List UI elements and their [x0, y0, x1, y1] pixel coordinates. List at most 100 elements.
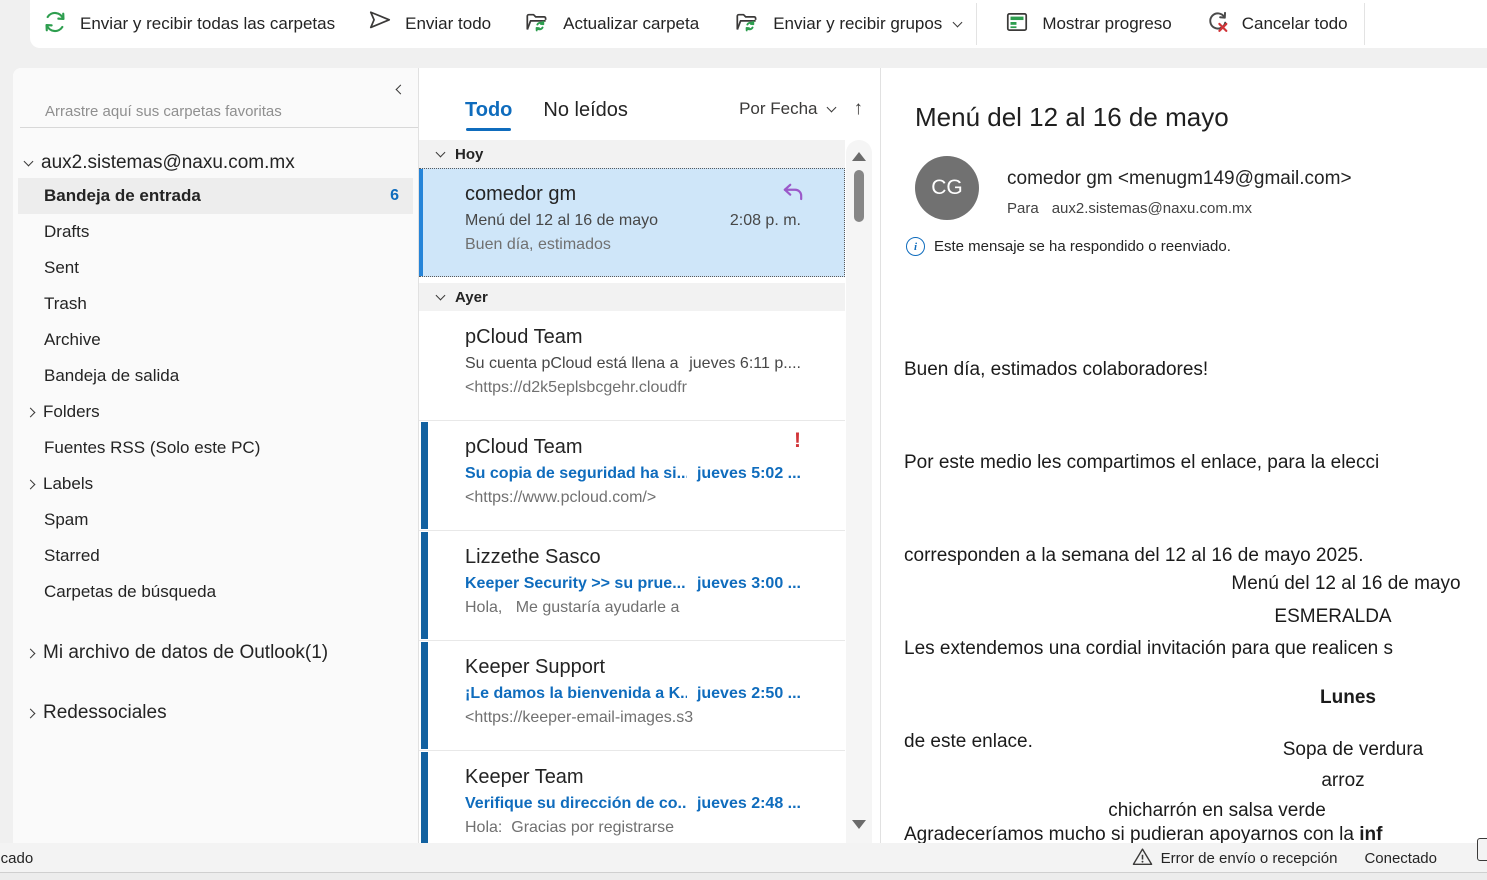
message-time: jueves 5:02 ... — [687, 464, 801, 483]
send-all-button[interactable]: Enviar todo — [365, 4, 493, 44]
message-list-pane: Todo No leídos Por Fecha ↑ Hoy comedor g… — [419, 68, 881, 843]
toolbar-separator — [1364, 3, 1365, 45]
folder-label: Carpetas de búsqueda — [44, 582, 216, 602]
sidebar-item-spam[interactable]: Spam — [13, 502, 418, 538]
message-preview: Hola, Me gustaría ayudarle a — [465, 599, 801, 617]
warning-icon — [1132, 847, 1153, 870]
error-status-text: Error de envío o recepción — [1161, 850, 1338, 867]
scroll-down-icon[interactable] — [852, 820, 866, 829]
folder-label: Sent — [44, 258, 79, 278]
data-file-label: Mi archivo de datos de Outlook(1) — [43, 642, 328, 664]
email-recipient-row: Para aux2.sistemas@naxu.com.mx — [1007, 200, 1252, 217]
message-row[interactable]: Keeper Support ¡Le damos la bienvenida a… — [419, 641, 845, 751]
display-settings-icon[interactable] — [1477, 838, 1487, 861]
toolbar-button-label: Enviar todo — [405, 14, 491, 34]
toolbar-separator — [976, 3, 977, 45]
message-subject: Keeper Security >> su prue... — [465, 574, 686, 593]
folder-label: Spam — [44, 510, 88, 530]
sort-by-label: Por Fecha — [739, 99, 817, 119]
sidebar-item-starred[interactable]: Starred — [13, 538, 418, 574]
unread-indicator-bar — [421, 532, 428, 639]
folder-label: Fuentes RSS (Solo este PC) — [44, 438, 260, 458]
scroll-up-icon[interactable] — [852, 152, 866, 161]
folder-label: Trash — [44, 294, 87, 314]
unread-indicator-bar — [421, 422, 428, 529]
group-label: Ayer — [455, 289, 488, 306]
send-receive-all-folders-button[interactable]: Enviar y recibir todas las carpetas — [40, 4, 337, 44]
tab-all[interactable]: Todo — [465, 98, 512, 131]
message-row[interactable]: pCloud Team Su cuenta pCloud está llena … — [419, 311, 845, 421]
menu-day-line: Lunes — [1320, 687, 1376, 709]
favorites-hint: Arrastre aquí sus carpetas favoritas — [45, 102, 418, 122]
menu-dish-line: Sopa de verdura — [1283, 739, 1424, 761]
sidebar-item-outlook-data-file[interactable]: Mi archivo de datos de Outlook(1) — [13, 634, 418, 672]
menu-restaurant-line: ESMERALDA — [1274, 606, 1391, 628]
message-subject: Menú del 12 al 16 de mayo — [465, 211, 658, 230]
scrollbar-thumb[interactable] — [854, 170, 864, 222]
status-left-text: licado — [0, 850, 33, 867]
sort-control[interactable]: Por Fecha ↑ — [739, 98, 863, 120]
body-line: Buen día, estimados colaboradores! — [904, 354, 1393, 385]
list-scrollbar[interactable] — [846, 140, 872, 843]
folder-sidebar: Arrastre aquí sus carpetas favoritas aux… — [13, 68, 419, 843]
message-sender: Keeper Team — [465, 764, 801, 790]
menu-dish-line: arroz — [1321, 770, 1364, 792]
toolbar-button-label: Actualizar carpeta — [563, 14, 699, 34]
send-receive-groups-button[interactable]: Enviar y recibir grupos — [731, 4, 963, 44]
folder-list: Bandeja de entrada 6 Drafts Sent Trash A… — [13, 178, 418, 610]
folder-sync-icon — [733, 9, 761, 40]
collapse-sidebar-button[interactable] — [397, 80, 404, 98]
chevron-right-icon — [26, 407, 36, 417]
unread-indicator-bar — [421, 642, 428, 749]
sidebar-item-folders[interactable]: Folders — [13, 394, 418, 430]
sort-ascending-icon[interactable]: ↑ — [854, 98, 864, 120]
show-progress-button[interactable]: Mostrar progreso — [1002, 4, 1173, 44]
sidebar-item-archive[interactable]: Archive — [13, 322, 418, 358]
message-sender: pCloud Team — [465, 434, 801, 460]
message-row[interactable]: pCloud Team ! Su copia de seguridad ha s… — [419, 421, 845, 531]
body-line: Les extendemos una cordial invitación pa… — [904, 633, 1393, 664]
message-subject: ¡Le damos la bienvenida a K... — [465, 684, 687, 703]
sidebar-divider — [20, 127, 418, 128]
toolbar-button-label: Cancelar todo — [1242, 14, 1348, 34]
message-row[interactable]: Lizzethe Sasco Keeper Security >> su pru… — [419, 531, 845, 641]
message-row-selected[interactable]: comedor gm Menú del 12 al 16 de mayo 2:0… — [419, 168, 845, 277]
folder-label: Bandeja de entrada — [44, 186, 201, 206]
update-folder-button[interactable]: Actualizar carpeta — [521, 4, 701, 44]
chevron-down-icon — [826, 102, 836, 112]
chevron-right-icon — [26, 708, 36, 718]
group-header-yesterday[interactable]: Ayer — [419, 283, 845, 311]
menu-title-line: Menú del 12 al 16 de mayo — [1231, 573, 1460, 595]
message-row[interactable]: Keeper Team Verifique su dirección de co… — [419, 751, 845, 843]
message-sender: pCloud Team — [465, 324, 801, 350]
sidebar-item-outbox[interactable]: Bandeja de salida — [13, 358, 418, 394]
group-header-today[interactable]: Hoy — [419, 140, 845, 168]
sidebar-item-inbox[interactable]: Bandeja de entrada 6 — [18, 178, 413, 214]
message-preview: <https://d2k5eplsbcgehr.cloudfr — [465, 379, 801, 397]
tab-unread[interactable]: No leídos — [543, 98, 628, 131]
toolbar-button-label: Enviar y recibir grupos — [773, 14, 942, 34]
chevron-down-icon — [953, 17, 963, 27]
sidebar-item-redessociales[interactable]: Redessociales — [13, 694, 418, 732]
sidebar-item-trash[interactable]: Trash — [13, 286, 418, 322]
sidebar-item-drafts[interactable]: Drafts — [13, 214, 418, 250]
message-subject: Verifique su dirección de co... — [465, 794, 687, 813]
message-sender: Keeper Support — [465, 654, 801, 680]
sidebar-item-sent[interactable]: Sent — [13, 250, 418, 286]
message-preview: <https://www.pcloud.com/> — [465, 489, 801, 507]
chevron-right-icon — [26, 479, 36, 489]
sidebar-item-rss[interactable]: Fuentes RSS (Solo este PC) — [13, 430, 418, 466]
high-importance-icon: ! — [794, 429, 801, 453]
info-banner-text: Este mensaje se ha respondido o reenviad… — [934, 238, 1231, 255]
sidebar-item-labels[interactable]: Labels — [13, 466, 418, 502]
folder-label: Bandeja de salida — [44, 366, 179, 386]
reading-pane: Menú del 12 al 16 de mayo CG comedor gm … — [881, 68, 1487, 843]
cancel-all-button[interactable]: Cancelar todo — [1202, 4, 1350, 44]
bottom-strip — [0, 872, 1487, 880]
toolbar-button-label: Mostrar progreso — [1042, 14, 1171, 34]
sidebar-item-search-folders[interactable]: Carpetas de búsqueda — [13, 574, 418, 610]
body-line: Agradeceríamos mucho si pudieran apoyarn… — [904, 819, 1393, 843]
send-receive-error-status[interactable]: Error de envío o recepción — [1132, 847, 1338, 870]
account-header[interactable]: aux2.sistemas@naxu.com.mx — [13, 150, 418, 176]
data-file-label: Redessociales — [43, 702, 167, 724]
